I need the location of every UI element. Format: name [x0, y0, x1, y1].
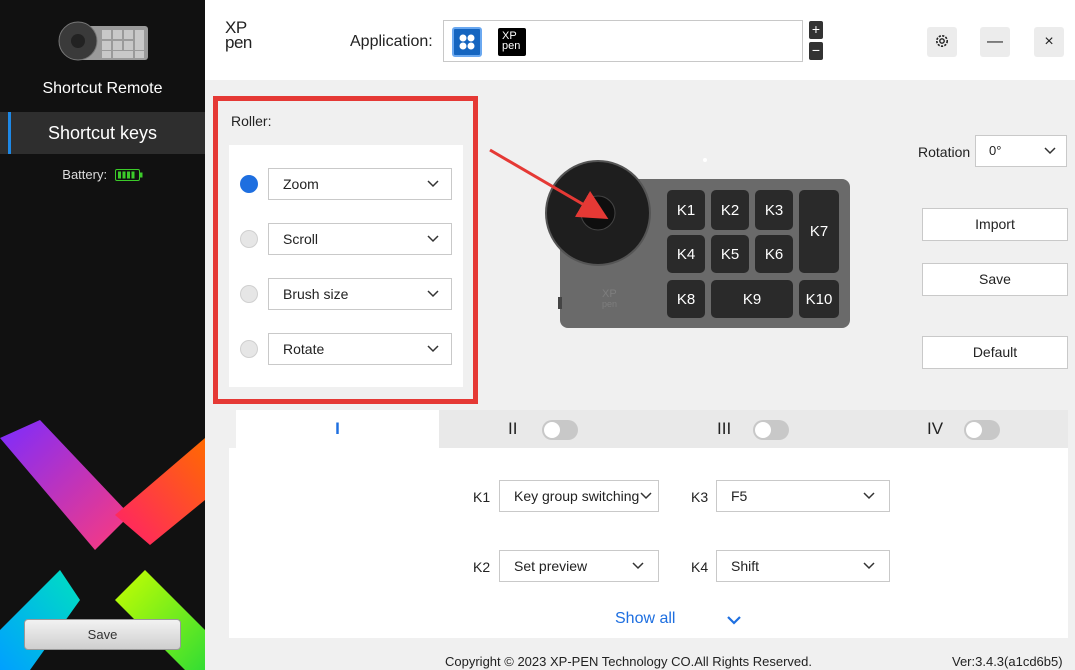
key-action-value: Set preview — [514, 558, 588, 574]
roller-option-brush-size[interactable]: Brush size — [229, 278, 463, 310]
tab-label: II — [508, 419, 518, 438]
show-all-link[interactable]: Show all — [615, 610, 675, 628]
key-label-k10: K10 — [806, 291, 833, 308]
key-action-select-k2[interactable]: Set preview — [499, 550, 659, 582]
key-action-select-k1[interactable]: Key group switching — [499, 480, 659, 512]
nav-item-shortcut-keys[interactable]: Shortcut keys — [0, 112, 205, 154]
tab-label: III — [717, 419, 732, 438]
toggle-group-3[interactable] — [753, 420, 789, 440]
app-icon-text-bottom: pen — [502, 40, 521, 52]
rotation-value: 0° — [989, 143, 1002, 158]
key-action-value: F5 — [731, 488, 748, 504]
device-brand-logo: XP pen — [602, 288, 617, 309]
key-label-k4: K4 — [677, 246, 695, 263]
key-name-k4: K4 — [691, 559, 709, 575]
roller-select-scroll[interactable]: Scroll — [268, 223, 452, 255]
key-label-k6: K6 — [765, 246, 783, 263]
chevron-down-icon[interactable] — [726, 614, 742, 626]
battery-icon — [114, 169, 143, 181]
application-label: Application: — [350, 33, 433, 50]
device-illustration: XP pen K1 K2 K3 K4 K5 K6 K7 K8 K9 K10 — [489, 148, 850, 328]
chevron-down-icon — [427, 235, 439, 243]
gear-icon — [936, 35, 948, 47]
key-label-k9: K9 — [743, 291, 761, 308]
header: XP pen Application: XP pen + − — × — [205, 0, 1075, 80]
settings-button[interactable] — [927, 27, 957, 57]
key-name-k3: K3 — [691, 489, 709, 505]
battery-label: Battery: — [62, 167, 108, 182]
roller-options-panel: Zoom Scroll Brush size Rotate — [229, 145, 463, 387]
remove-application-button[interactable]: − — [809, 42, 823, 60]
add-application-button[interactable]: + — [809, 21, 823, 39]
chevron-down-icon — [632, 562, 644, 570]
tab-group-3[interactable]: III — [717, 410, 731, 448]
key-name-k1: K1 — [473, 489, 491, 505]
radio-button[interactable] — [240, 230, 258, 248]
tab-group-2[interactable]: II — [508, 410, 517, 448]
key-action-select-k4[interactable]: Shift — [716, 550, 890, 582]
key-name-k2: K2 — [473, 559, 491, 575]
key-label-k1: K1 — [677, 202, 695, 219]
key-label-k3: K3 — [765, 202, 783, 219]
battery-status: Battery: — [0, 167, 205, 182]
chevron-down-icon — [427, 345, 439, 353]
device-brand-text-bottom: pen — [602, 299, 617, 309]
sidebar-save-button[interactable]: Save — [24, 619, 181, 650]
key-label-k8: K8 — [677, 291, 695, 308]
chevron-down-icon — [640, 492, 652, 500]
rotation-label: Rotation — [918, 144, 971, 160]
xppen-logo: XP pen — [225, 19, 267, 60]
sidebar: Shortcut Remote Shortcut keys Battery: S… — [0, 0, 205, 670]
rotation-select[interactable]: 0° — [975, 135, 1067, 167]
key-group-tabs: I II III IV — [236, 410, 1068, 448]
version-text: Ver:3.4.3(a1cd6b5) — [952, 654, 1063, 669]
chevron-down-icon — [1044, 147, 1056, 155]
roller-option-label: Zoom — [283, 176, 319, 192]
radio-button[interactable] — [240, 285, 258, 303]
roller-option-scroll[interactable]: Scroll — [229, 223, 463, 255]
logo-text-bottom: pen — [225, 33, 252, 52]
key-action-value: Key group switching — [514, 488, 640, 504]
key-label-k7: K7 — [810, 223, 828, 240]
roller-option-label: Scroll — [283, 231, 319, 247]
toggle-group-2[interactable] — [542, 420, 578, 440]
device-thumbnail-icon — [58, 21, 148, 61]
roller-select-rotate[interactable]: Rotate — [268, 333, 452, 365]
tab-label: IV — [927, 419, 944, 438]
close-button[interactable]: × — [1034, 27, 1064, 57]
tab-group-4[interactable]: IV — [927, 410, 943, 448]
roller-select-zoom[interactable]: Zoom — [268, 168, 452, 200]
all-apps-icon[interactable] — [452, 27, 482, 57]
radio-button[interactable] — [240, 340, 258, 358]
tab-group-1[interactable]: I — [236, 410, 439, 448]
roller-title: Roller: — [231, 113, 272, 129]
radio-button-selected[interactable] — [240, 175, 258, 193]
roller-select-brush-size[interactable]: Brush size — [268, 278, 452, 310]
key-action-value: Shift — [731, 558, 760, 574]
key-label-k5: K5 — [721, 246, 739, 263]
key-label-k2: K2 — [721, 202, 739, 219]
roller-option-zoom[interactable]: Zoom — [229, 168, 463, 200]
application-selector[interactable]: XP pen — [443, 20, 803, 62]
nav-active-indicator — [8, 112, 11, 154]
chevron-down-icon — [427, 290, 439, 298]
indicator-light — [703, 158, 707, 162]
chevron-down-icon — [863, 492, 875, 500]
import-button[interactable]: Import — [922, 208, 1068, 241]
toggle-group-4[interactable] — [964, 420, 1000, 440]
roller-option-label: Brush size — [283, 286, 349, 302]
copyright-text: Copyright © 2023 XP-PEN Technology CO.Al… — [445, 654, 813, 669]
roller-option-label: Rotate — [283, 341, 325, 357]
default-button[interactable]: Default — [922, 336, 1068, 369]
dots-icon — [459, 34, 475, 50]
minimize-button[interactable]: — — [980, 27, 1010, 57]
save-button[interactable]: Save — [922, 263, 1068, 296]
device-title: Shortcut Remote — [42, 80, 163, 97]
nav-item-label: Shortcut keys — [47, 123, 158, 143]
chevron-down-icon — [863, 562, 875, 570]
chevron-down-icon — [427, 180, 439, 188]
roller-option-rotate[interactable]: Rotate — [229, 333, 463, 365]
key-action-select-k3[interactable]: F5 — [716, 480, 890, 512]
xppen-app-icon[interactable]: XP pen — [498, 28, 526, 56]
